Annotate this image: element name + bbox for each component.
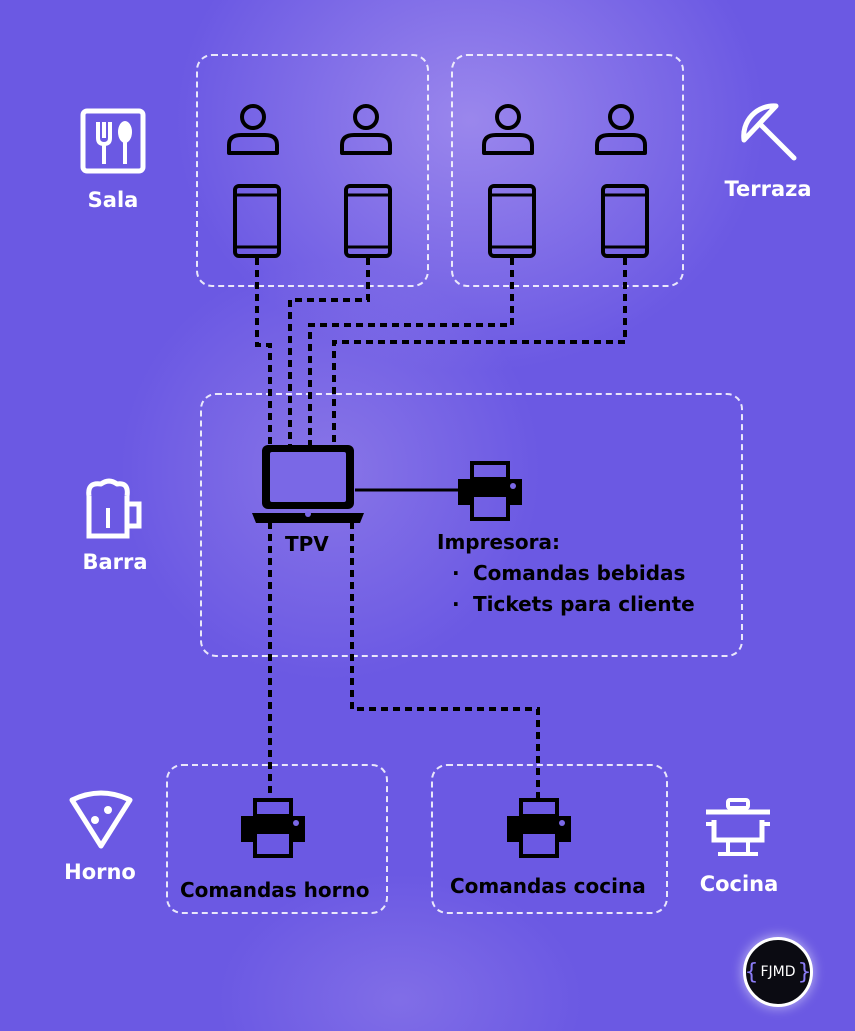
horno-printer-label: Comandas horno xyxy=(180,878,370,902)
cocina-printer-label: Comandas cocina xyxy=(450,874,646,898)
line-tablet4-tpv xyxy=(332,258,627,448)
line-tablet1-tpv xyxy=(255,258,272,448)
area-label-cocina: Cocina xyxy=(699,872,779,896)
printer-icon xyxy=(507,798,571,858)
user-icon xyxy=(227,104,279,155)
printer-icon xyxy=(241,798,305,858)
umbrella-icon xyxy=(741,103,797,161)
laptop-icon xyxy=(252,445,364,523)
fork-knife-icon xyxy=(80,108,146,174)
area-label-barra: Barra xyxy=(82,550,148,574)
user-icon xyxy=(340,104,392,155)
beer-mug-icon xyxy=(86,478,142,539)
tablet-icon xyxy=(233,184,281,258)
printer-item-bullet: · xyxy=(452,592,460,616)
user-icon xyxy=(595,104,647,155)
line-tablet3-tpv xyxy=(308,258,514,448)
user-icon xyxy=(482,104,534,155)
printer-item: Comandas bebidas xyxy=(473,561,686,585)
cooking-pot-icon xyxy=(706,798,770,856)
tablet-icon xyxy=(344,184,392,258)
tablet-icon xyxy=(601,184,649,258)
printer-item: Tickets para cliente xyxy=(473,592,695,616)
printer-title: Impresora: xyxy=(437,530,561,554)
fjmd-logo: { FJMD } xyxy=(743,937,813,1007)
area-label-horno: Horno xyxy=(64,860,136,884)
area-label-terraza: Terraza xyxy=(724,177,812,201)
tablet-icon xyxy=(488,184,536,258)
pizza-slice-icon xyxy=(69,790,133,849)
logo-text: FJMD xyxy=(760,964,796,980)
printer-icon xyxy=(458,461,522,521)
area-label-sala: Sala xyxy=(87,188,139,212)
printer-item-bullet: · xyxy=(452,561,460,585)
line-tablet2-tpv xyxy=(288,258,370,448)
tpv-label: TPV xyxy=(285,532,329,556)
